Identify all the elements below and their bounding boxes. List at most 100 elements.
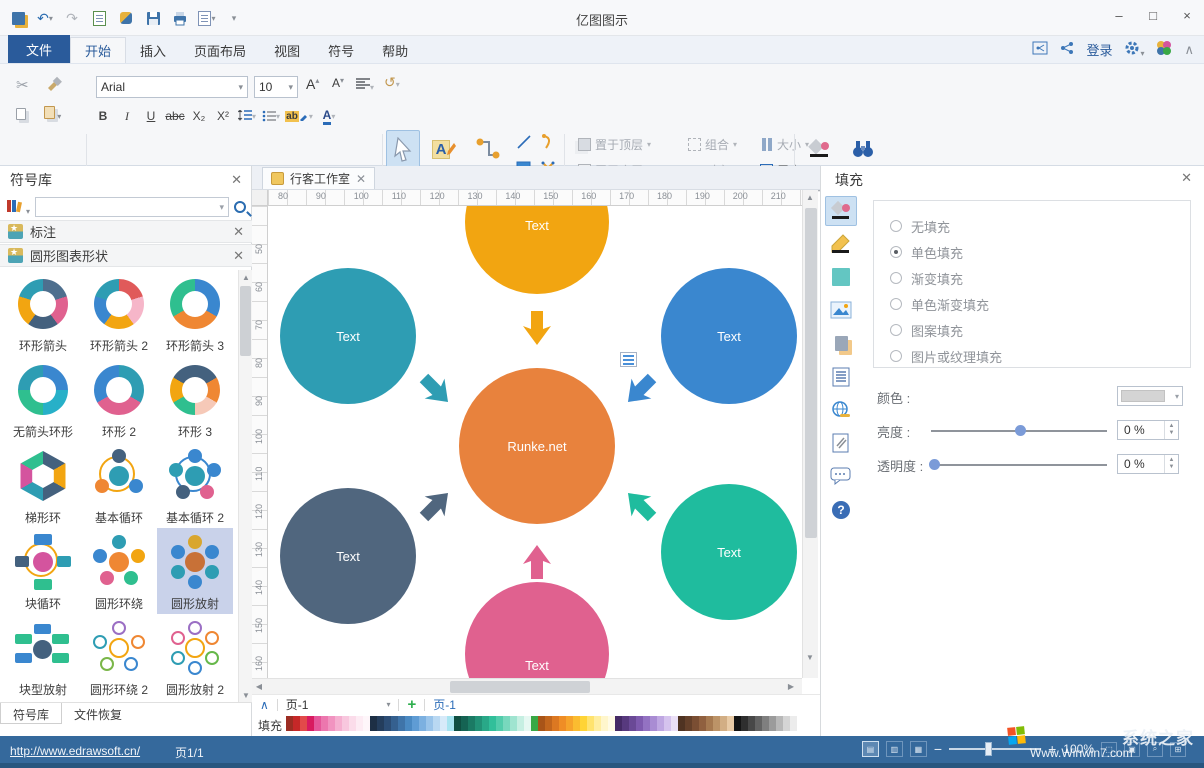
shape-item[interactable]: 环形箭头 — [5, 270, 81, 356]
transparency-slider[interactable] — [931, 464, 1107, 466]
palette-swatch[interactable] — [706, 716, 713, 731]
palette-swatch[interactable] — [741, 716, 748, 731]
brightness-slider[interactable] — [931, 430, 1107, 432]
palette-swatch[interactable] — [601, 716, 608, 731]
palette-swatch[interactable] — [300, 716, 307, 731]
zoom-slider-thumb[interactable] — [985, 742, 992, 756]
palette-swatch[interactable] — [405, 716, 412, 731]
palette-swatch[interactable] — [692, 716, 699, 731]
tab-page-layout[interactable]: 页面布局 — [180, 37, 260, 63]
grow-font-button[interactable]: A▴ — [306, 76, 319, 92]
font-size-select[interactable]: 10▾ — [254, 76, 298, 98]
palette-swatch[interactable] — [314, 716, 321, 731]
palette-swatch[interactable] — [650, 716, 657, 731]
swatch-icon[interactable] — [825, 262, 857, 292]
shape-item[interactable]: 块循环 — [5, 528, 81, 614]
search-icon[interactable] — [234, 201, 246, 213]
palette-swatch[interactable] — [629, 716, 636, 731]
zoom-in-button[interactable]: + — [1048, 741, 1056, 757]
palette-swatch[interactable] — [461, 716, 468, 731]
palette-swatch[interactable] — [720, 716, 727, 731]
fill-option[interactable]: 图片或纹理填充 — [890, 343, 1190, 369]
shape-item[interactable]: 基本循环 — [81, 442, 157, 528]
page-selector[interactable]: 页-1 — [286, 696, 309, 713]
collapse-ribbon-icon[interactable]: ∧ — [1184, 42, 1194, 58]
palette-swatch[interactable] — [482, 716, 489, 731]
tab-symbols[interactable]: 符号 — [314, 37, 368, 63]
palette-swatch[interactable] — [552, 716, 559, 731]
palette-swatch[interactable] — [384, 716, 391, 731]
shape-item[interactable]: 环形 2 — [81, 356, 157, 442]
vertical-scrollbar[interactable]: ▲ ▼ — [802, 190, 818, 678]
shape-item[interactable]: 环形箭头 2 — [81, 270, 157, 356]
tab-home[interactable]: 开始 — [70, 37, 126, 63]
palette-swatch[interactable] — [713, 716, 720, 731]
page-tab[interactable]: 页-1 — [433, 696, 456, 713]
tab-insert[interactable]: 插入 — [126, 37, 180, 63]
close-button[interactable]: × — [1170, 0, 1204, 30]
scroll-down-icon[interactable]: ▼ — [803, 650, 817, 664]
palette-swatch[interactable] — [447, 716, 454, 731]
minimize-button[interactable]: – — [1102, 0, 1136, 30]
diagram-arrow-bottom-left[interactable] — [414, 483, 458, 527]
tab-file-recovery[interactable]: 文件恢复 — [62, 703, 134, 724]
fill-option[interactable]: 单色填充 — [890, 239, 1190, 265]
palette-swatch[interactable] — [531, 716, 538, 731]
palette-swatch[interactable] — [503, 716, 510, 731]
palette-swatch[interactable] — [468, 716, 475, 731]
scroll-right-icon[interactable]: ▶ — [784, 680, 798, 694]
radio-icon[interactable] — [890, 350, 902, 362]
help-icon[interactable]: ? — [825, 495, 857, 525]
shape-item[interactable]: 圆形环绕 — [81, 528, 157, 614]
zoom-level[interactable]: 100% — [1063, 742, 1094, 756]
strikethrough-button[interactable]: abc — [164, 106, 186, 126]
diagram-arrow-bottom[interactable] — [523, 545, 551, 579]
palette-swatch[interactable] — [678, 716, 685, 731]
arc-shape-icon[interactable] — [540, 134, 556, 153]
tab-symbol-library[interactable]: 符号库 — [0, 703, 62, 724]
palette-swatch[interactable] — [412, 716, 419, 731]
library-section-circular-shapes[interactable]: 圆形图表形状 ✕ — [0, 244, 252, 267]
shape-item[interactable]: 圆形放射 2 — [157, 614, 233, 700]
scroll-up-icon[interactable]: ▲ — [803, 190, 817, 204]
symbol-library-close-icon[interactable]: ✕ — [231, 172, 242, 188]
section-close-icon[interactable]: ✕ — [233, 224, 244, 240]
fill-style-icon[interactable] — [825, 196, 857, 226]
shape-item[interactable]: 梯形环 — [5, 442, 81, 528]
palette-swatch[interactable] — [643, 716, 650, 731]
image-icon[interactable] — [825, 295, 857, 325]
library-section-callouts[interactable]: 标注 ✕ — [0, 220, 252, 243]
italic-button[interactable]: I — [116, 106, 138, 126]
palette-swatch[interactable] — [783, 716, 790, 731]
shape-item[interactable]: 基本循环 2 — [157, 442, 233, 528]
radio-icon[interactable] — [890, 246, 902, 258]
palette-swatch[interactable] — [524, 716, 531, 731]
shape-item[interactable]: 无箭头环形 — [5, 356, 81, 442]
palette-swatch[interactable] — [762, 716, 769, 731]
fill-option[interactable]: 渐变填充 — [890, 265, 1190, 291]
share-icon[interactable] — [1060, 41, 1074, 58]
palette-swatch[interactable] — [538, 716, 545, 731]
palette-swatch[interactable] — [454, 716, 461, 731]
palette-swatch[interactable] — [636, 716, 643, 731]
attachment-document-icon[interactable] — [825, 428, 857, 458]
grid-toggle-icon[interactable]: ⊞ — [1170, 742, 1186, 757]
palette-swatch[interactable] — [699, 716, 706, 731]
palette-swatch[interactable] — [328, 716, 335, 731]
palette-swatch[interactable] — [517, 716, 524, 731]
tab-help[interactable]: 帮助 — [368, 37, 422, 63]
cut-icon[interactable]: ✂ — [16, 76, 29, 94]
font-color-button[interactable]: A▾ — [316, 106, 342, 126]
page-selector-dropdown-icon[interactable]: ▾ — [386, 700, 390, 709]
palette-swatch[interactable] — [419, 716, 426, 731]
scrollbar-thumb[interactable] — [240, 286, 251, 356]
scrollbar-thumb[interactable] — [450, 681, 590, 693]
palette-swatch[interactable] — [286, 716, 293, 731]
line-shape-icon[interactable] — [516, 134, 532, 153]
palette-swatch[interactable] — [440, 716, 447, 731]
zoom-area-icon[interactable]: ⌕ — [1147, 742, 1163, 757]
palette-swatch[interactable] — [363, 716, 370, 731]
palette-swatch[interactable] — [622, 716, 629, 731]
quick-action-button[interactable] — [620, 352, 637, 367]
palette-swatch[interactable] — [573, 716, 580, 731]
